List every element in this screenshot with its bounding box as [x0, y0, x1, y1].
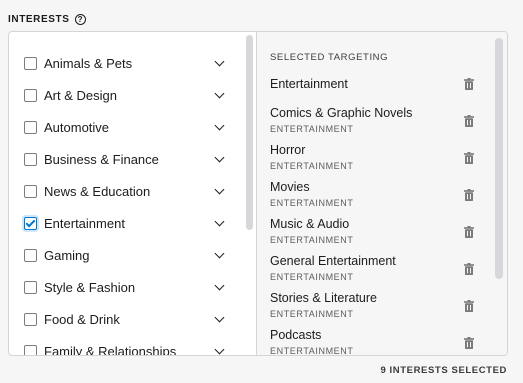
- category-checkbox-checked[interactable]: [24, 216, 37, 230]
- category-checkbox[interactable]: [24, 280, 37, 294]
- category-row[interactable]: Art & Design: [9, 79, 249, 111]
- chevron-down-icon[interactable]: [214, 312, 225, 322]
- category-label: Business & Finance: [44, 151, 159, 167]
- trash-icon[interactable]: [464, 337, 474, 349]
- category-checkbox[interactable]: [24, 56, 37, 70]
- category-label: Gaming: [44, 247, 90, 263]
- category-row[interactable]: Food & Drink: [9, 303, 249, 335]
- interests-label: INTERESTS: [8, 14, 70, 25]
- chevron-down-icon[interactable]: [214, 120, 225, 130]
- selected-item: Movies ENTERTAINMENT: [270, 180, 490, 209]
- trash-icon[interactable]: [464, 189, 474, 201]
- selected-targeting-title: SELECTED TARGETING: [270, 52, 389, 63]
- interests-header: INTERESTS ?: [8, 14, 86, 25]
- selected-item-category: ENTERTAINMENT: [270, 198, 354, 208]
- category-checkbox[interactable]: [24, 344, 37, 355]
- selected-item-name: Movies: [270, 180, 310, 194]
- category-label: News & Education: [44, 183, 151, 199]
- chevron-down-icon[interactable]: [214, 344, 225, 354]
- selected-item-category: ENTERTAINMENT: [270, 309, 354, 319]
- category-checkbox[interactable]: [24, 248, 37, 262]
- chevron-down-icon[interactable]: [214, 248, 225, 258]
- selected-item: Entertainment: [270, 77, 490, 92]
- category-label: Food & Drink: [44, 311, 120, 327]
- selected-scrollbar[interactable]: [495, 38, 503, 279]
- trash-icon[interactable]: [464, 78, 474, 90]
- category-checkbox[interactable]: [24, 312, 37, 326]
- selected-item-name: Entertainment: [270, 77, 348, 91]
- trash-icon[interactable]: [464, 263, 474, 275]
- selected-item-name: Horror: [270, 143, 306, 157]
- category-checkbox[interactable]: [24, 184, 37, 198]
- selected-item-category: ENTERTAINMENT: [270, 124, 354, 134]
- category-row[interactable]: News & Education: [9, 175, 249, 207]
- category-label: Style & Fashion: [44, 279, 136, 295]
- trash-icon[interactable]: [464, 300, 474, 312]
- selected-item: Music & Audio ENTERTAINMENT: [270, 217, 490, 246]
- category-label: Family & Relationships: [44, 343, 177, 356]
- selected-item-name: Music & Audio: [270, 217, 350, 231]
- selected-item-category: ENTERTAINMENT: [270, 346, 354, 355]
- category-label: Art & Design: [44, 87, 117, 103]
- category-scrollbar[interactable]: [246, 35, 253, 230]
- selected-item: Comics & Graphic Novels ENTERTAINMENT: [270, 106, 490, 135]
- selected-item-name: Stories & Literature: [270, 291, 377, 305]
- selected-item-name: Comics & Graphic Novels: [270, 106, 413, 120]
- selected-item: General Entertainment ENTERTAINMENT: [270, 254, 490, 283]
- trash-icon[interactable]: [464, 152, 474, 164]
- selection-count: 9 INTERESTS SELECTED: [380, 365, 507, 376]
- category-row[interactable]: Automotive: [9, 111, 249, 143]
- chevron-down-icon[interactable]: [214, 56, 225, 66]
- chevron-down-icon[interactable]: [214, 280, 225, 290]
- selected-item: Stories & Literature ENTERTAINMENT: [270, 291, 490, 320]
- category-row[interactable]: Gaming: [9, 239, 249, 271]
- category-checkbox[interactable]: [24, 152, 37, 166]
- selected-item: Horror ENTERTAINMENT: [270, 143, 490, 172]
- selected-item-category: ENTERTAINMENT: [270, 235, 354, 245]
- selected-item-category: ENTERTAINMENT: [270, 272, 354, 282]
- help-icon[interactable]: ?: [74, 14, 86, 25]
- trash-icon[interactable]: [464, 115, 474, 127]
- interests-panel: Animals & Pets Art & Design Automotive B…: [8, 31, 508, 356]
- selected-item-name: Podcasts: [270, 328, 322, 342]
- chevron-down-icon[interactable]: [214, 184, 225, 194]
- category-row[interactable]: Style & Fashion: [9, 271, 249, 303]
- category-checkbox[interactable]: [24, 120, 37, 134]
- category-checkbox[interactable]: [24, 88, 37, 102]
- category-list[interactable]: Animals & Pets Art & Design Automotive B…: [9, 32, 256, 355]
- category-row[interactable]: Entertainment: [9, 207, 249, 239]
- chevron-down-icon[interactable]: [214, 152, 225, 162]
- category-label: Animals & Pets: [44, 55, 133, 71]
- chevron-down-icon[interactable]: [214, 88, 225, 98]
- category-row[interactable]: Family & Relationships: [9, 335, 249, 355]
- category-row[interactable]: Animals & Pets: [9, 47, 249, 79]
- chevron-down-icon[interactable]: [214, 216, 225, 226]
- category-label: Automotive: [44, 119, 110, 135]
- selected-item: Podcasts ENTERTAINMENT: [270, 328, 490, 355]
- selected-item-name: General Entertainment: [270, 254, 396, 268]
- category-row[interactable]: Business & Finance: [9, 143, 249, 175]
- selected-item-category: ENTERTAINMENT: [270, 161, 354, 171]
- category-label: Entertainment: [44, 215, 125, 231]
- trash-icon[interactable]: [464, 226, 474, 238]
- selected-targeting: SELECTED TARGETING Entertainment Comics …: [257, 32, 507, 355]
